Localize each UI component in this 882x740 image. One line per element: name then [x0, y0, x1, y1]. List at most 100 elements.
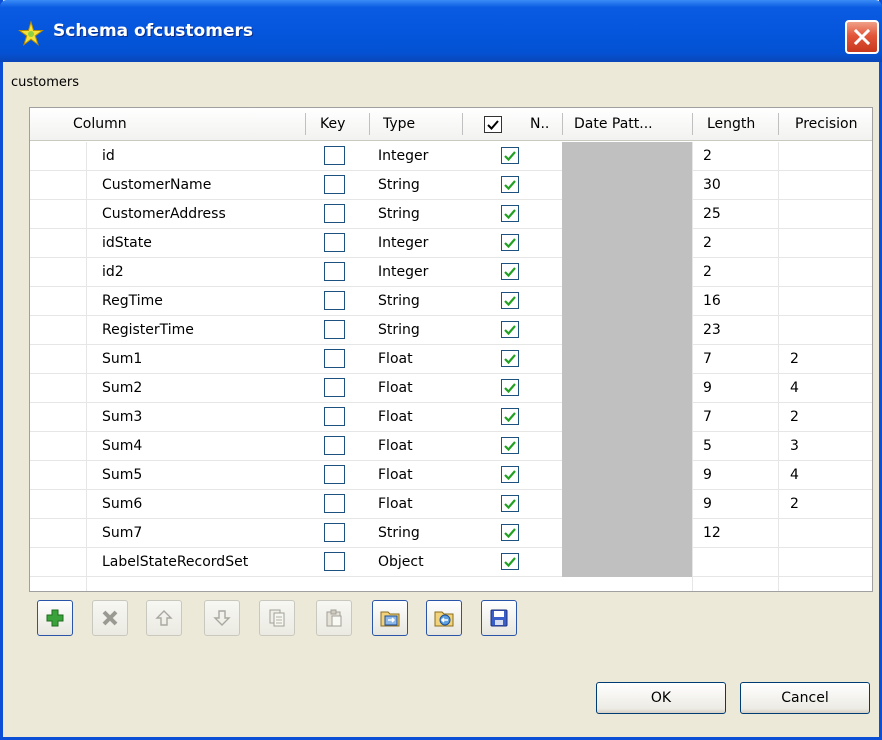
- key-checkbox[interactable]: [324, 407, 345, 426]
- nullable-checkbox[interactable]: [501, 176, 519, 193]
- key-checkbox[interactable]: [324, 494, 345, 513]
- type-cell[interactable]: Integer: [378, 142, 428, 170]
- key-checkbox[interactable]: [324, 291, 345, 310]
- close-button[interactable]: [845, 20, 879, 54]
- precision-cell[interactable]: 3: [790, 432, 799, 460]
- table-row[interactable]: Sum3 Float 7 2: [30, 403, 872, 432]
- date-pattern-cell[interactable]: [562, 142, 692, 171]
- date-pattern-cell[interactable]: [562, 461, 692, 490]
- nullable-checkbox[interactable]: [501, 205, 519, 222]
- length-cell[interactable]: 16: [703, 287, 721, 315]
- type-cell[interactable]: String: [378, 171, 420, 199]
- length-cell[interactable]: 7: [703, 403, 712, 431]
- paste-button[interactable]: [316, 600, 352, 636]
- key-checkbox[interactable]: [324, 320, 345, 339]
- date-pattern-cell[interactable]: [562, 316, 692, 345]
- ok-button[interactable]: OK: [596, 682, 726, 714]
- key-checkbox[interactable]: [324, 436, 345, 455]
- nullable-checkbox[interactable]: [501, 495, 519, 512]
- table-row[interactable]: Sum2 Float 9 4: [30, 374, 872, 403]
- length-cell[interactable]: 12: [703, 519, 721, 547]
- nullable-checkbox[interactable]: [501, 466, 519, 483]
- table-row[interactable]: Sum7 String 12: [30, 519, 872, 548]
- table-row[interactable]: id2 Integer 2: [30, 258, 872, 287]
- column-name-cell[interactable]: Sum7: [102, 519, 142, 547]
- type-cell[interactable]: Integer: [378, 258, 428, 286]
- date-pattern-cell[interactable]: [562, 490, 692, 519]
- nullable-checkbox[interactable]: [501, 234, 519, 251]
- nullable-checkbox[interactable]: [501, 553, 519, 570]
- length-cell[interactable]: 25: [703, 200, 721, 228]
- length-cell[interactable]: 2: [703, 142, 712, 170]
- import-schema-button[interactable]: [372, 600, 408, 636]
- length-cell[interactable]: 30: [703, 171, 721, 199]
- save-schema-button[interactable]: [481, 600, 517, 636]
- table-row[interactable]: CustomerAddress String 25: [30, 200, 872, 229]
- length-cell[interactable]: 9: [703, 374, 712, 402]
- column-name-cell[interactable]: Sum6: [102, 490, 142, 518]
- date-pattern-cell[interactable]: [562, 345, 692, 374]
- key-checkbox[interactable]: [324, 552, 345, 571]
- key-checkbox[interactable]: [324, 262, 345, 281]
- column-name-cell[interactable]: CustomerName: [102, 171, 211, 199]
- type-cell[interactable]: Float: [378, 432, 413, 460]
- key-checkbox[interactable]: [324, 349, 345, 368]
- table-row[interactable]: RegisterTime String 23: [30, 316, 872, 345]
- header-nullable[interactable]: N..: [530, 108, 549, 141]
- copy-button[interactable]: [259, 600, 295, 636]
- precision-cell[interactable]: 2: [790, 403, 799, 431]
- column-name-cell[interactable]: Sum1: [102, 345, 142, 373]
- nullable-checkbox[interactable]: [501, 350, 519, 367]
- type-cell[interactable]: String: [378, 316, 420, 344]
- type-cell[interactable]: Integer: [378, 229, 428, 257]
- type-cell[interactable]: Float: [378, 374, 413, 402]
- header-length[interactable]: Length: [707, 108, 755, 141]
- precision-cell[interactable]: 2: [790, 490, 799, 518]
- date-pattern-cell[interactable]: [562, 229, 692, 258]
- date-pattern-cell[interactable]: [562, 200, 692, 229]
- column-name-cell[interactable]: RegTime: [102, 287, 163, 315]
- length-cell[interactable]: 9: [703, 461, 712, 489]
- nullable-checkbox[interactable]: [501, 524, 519, 541]
- key-checkbox[interactable]: [324, 204, 345, 223]
- table-row[interactable]: CustomerName String 30: [30, 171, 872, 200]
- key-checkbox[interactable]: [324, 378, 345, 397]
- add-row-button[interactable]: [37, 600, 73, 636]
- type-cell[interactable]: String: [378, 287, 420, 315]
- type-cell[interactable]: Object: [378, 548, 424, 576]
- length-cell[interactable]: 2: [703, 229, 712, 257]
- column-name-cell[interactable]: id: [102, 142, 115, 170]
- length-cell[interactable]: 7: [703, 345, 712, 373]
- header-column[interactable]: Column: [73, 108, 127, 141]
- key-checkbox[interactable]: [324, 175, 345, 194]
- date-pattern-cell[interactable]: [562, 258, 692, 287]
- nullable-checkbox[interactable]: [501, 263, 519, 280]
- key-checkbox[interactable]: [324, 146, 345, 165]
- nullable-checkbox[interactable]: [501, 321, 519, 338]
- cancel-button[interactable]: Cancel: [740, 682, 870, 714]
- key-checkbox[interactable]: [324, 233, 345, 252]
- length-cell[interactable]: 9: [703, 490, 712, 518]
- key-checkbox[interactable]: [324, 465, 345, 484]
- date-pattern-cell[interactable]: [562, 287, 692, 316]
- type-cell[interactable]: String: [378, 519, 420, 547]
- table-row[interactable]: Sum4 Float 5 3: [30, 432, 872, 461]
- export-schema-button[interactable]: [426, 600, 462, 636]
- type-cell[interactable]: String: [378, 200, 420, 228]
- column-name-cell[interactable]: RegisterTime: [102, 316, 194, 344]
- type-cell[interactable]: Float: [378, 403, 413, 431]
- length-cell[interactable]: 5: [703, 432, 712, 460]
- column-name-cell[interactable]: Sum3: [102, 403, 142, 431]
- precision-cell[interactable]: 2: [790, 345, 799, 373]
- nullable-checkbox[interactable]: [501, 379, 519, 396]
- column-name-cell[interactable]: Sum4: [102, 432, 142, 460]
- table-row[interactable]: idState Integer 2: [30, 229, 872, 258]
- column-name-cell[interactable]: Sum5: [102, 461, 142, 489]
- length-cell[interactable]: 23: [703, 316, 721, 344]
- move-up-button[interactable]: [146, 600, 182, 636]
- type-cell[interactable]: Float: [378, 461, 413, 489]
- title-bar[interactable]: Schema ofcustomers: [0, 0, 882, 62]
- header-type[interactable]: Type: [383, 108, 415, 141]
- table-row[interactable]: RegTime String 16: [30, 287, 872, 316]
- table-row[interactable]: Sum5 Float 9 4: [30, 461, 872, 490]
